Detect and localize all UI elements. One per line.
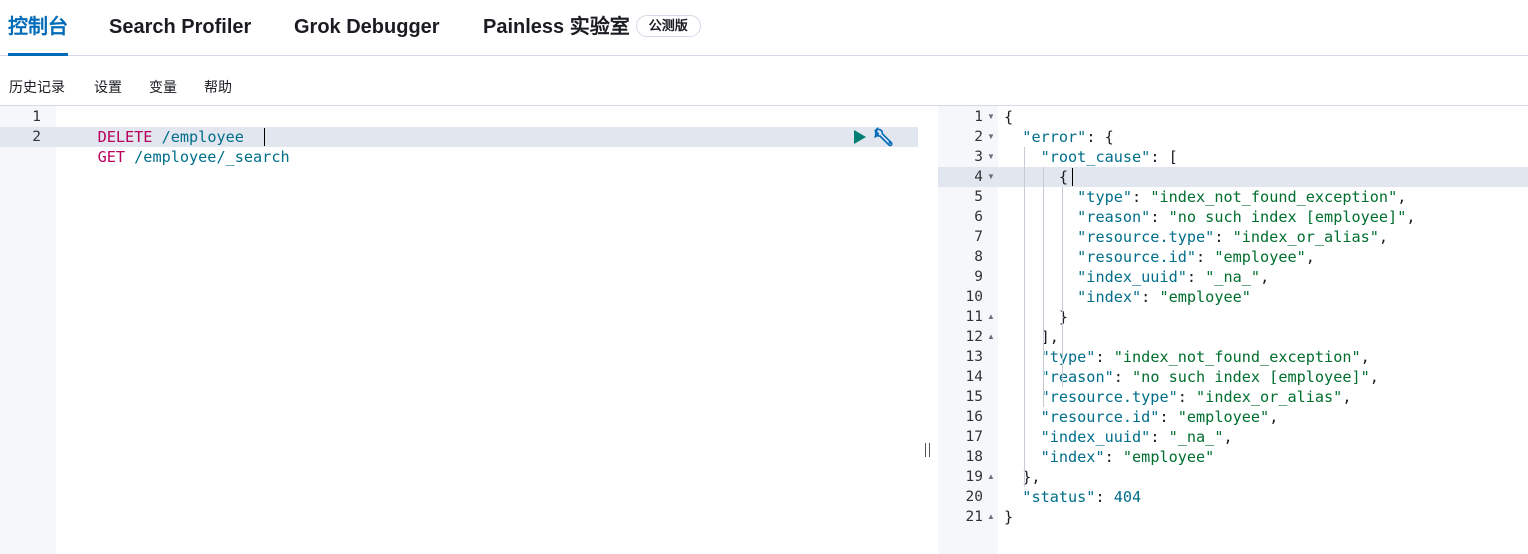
request-line[interactable]: DELETE /employee [61,107,244,146]
response-line: "resource.id": "employee", [1040,408,1279,426]
fold-expand-icon[interactable]: ▲ [987,467,995,487]
line-number: 10 [965,289,983,305]
response-line: "index": "employee" [1040,448,1215,466]
line-number: 19 [965,469,983,485]
response-line: ], [1004,328,1059,346]
tab-search-profiler[interactable]: Search Profiler [109,0,251,56]
response-line: "type": "index_not_found_exception", [1077,188,1407,206]
menu-help[interactable]: 帮助 [204,72,232,102]
fold-collapse-icon[interactable]: ▼ [987,167,995,187]
response-line: "error": { [1022,128,1114,146]
response-line: "status": 404 [1022,488,1142,506]
pane-resizer[interactable] [920,106,936,554]
resize-grip-icon [925,443,931,457]
request-line[interactable]: GET /employee/_search [61,127,290,166]
line-number: 1 [32,109,41,125]
http-method: GET [97,148,126,166]
line-number: 2 [974,129,983,145]
request-gutter [0,106,56,554]
response-line: "index_uuid": "_na_", [1040,428,1233,446]
response-line: { [1004,168,1069,186]
beta-badge: 公测版 [635,14,701,37]
response-line: "root_cause": [ [1040,148,1178,166]
line-number: 3 [974,149,983,165]
top-tabs: 控制台 Search Profiler Grok Debugger Painle… [0,0,1528,56]
indent-guide [1024,147,1025,487]
line-number: 6 [974,209,983,225]
line-number: 4 [974,169,983,185]
line-number: 9 [974,269,983,285]
tab-painless-lab-label: Painless 实验室 [483,16,630,38]
indent-guide [1062,187,1063,387]
play-icon[interactable] [852,129,868,145]
fold-collapse-icon[interactable]: ▼ [987,127,995,147]
request-path: /employee/_search [125,148,290,166]
fold-collapse-icon[interactable]: ▼ [987,107,995,127]
line-number: 7 [974,229,983,245]
response-line: "resource.id": "employee", [1077,248,1315,266]
line-number: 16 [965,409,983,425]
line-number: 12 [965,329,983,345]
fold-expand-icon[interactable]: ▲ [987,507,995,527]
response-line: "reason": "no such index [employee]", [1077,208,1416,226]
line-number: 17 [965,429,983,445]
line-number: 8 [974,249,983,265]
response-line: "resource.type": "index_or_alias", [1040,388,1352,406]
text-cursor [264,128,265,146]
response-line: } [1004,508,1014,526]
line-number: 5 [974,189,983,205]
tab-grok-debugger[interactable]: Grok Debugger [294,0,440,56]
line-number: 15 [965,389,983,405]
response-line: }, [1004,468,1041,486]
fold-collapse-icon[interactable]: ▼ [987,147,995,167]
indent-guide [1043,167,1044,407]
menu-variables[interactable]: 变量 [149,72,177,102]
response-line: "index": "employee" [1077,288,1251,306]
line-number: 1 [974,109,983,125]
tab-painless-lab[interactable]: Painless 实验室 公测版 [483,0,701,56]
line-number: 14 [965,369,983,385]
text-cursor [1072,168,1073,186]
fold-expand-icon[interactable]: ▲ [987,307,995,327]
request-editor[interactable]: 1 DELETE /employee 2 GET /employee/_sear… [0,106,918,554]
wrench-icon[interactable] [873,127,895,147]
menu-settings[interactable]: 设置 [94,72,122,102]
response-line: "reason": "no such index [employee]", [1040,368,1379,386]
response-editor[interactable]: 1 ▼{2 ▼ "error": {3 ▼ "root_cause": [4 ▼ {5 … [938,106,1528,554]
response-line: { [1004,108,1014,126]
fold-expand-icon[interactable]: ▲ [987,327,995,347]
line-number: 11 [965,309,983,325]
response-line: } [1004,308,1069,326]
line-number: 13 [965,349,983,365]
menu-history[interactable]: 历史记录 [9,72,65,102]
line-number: 2 [32,129,41,145]
line-number: 18 [965,449,983,465]
response-line: "type": "index_not_found_exception", [1040,348,1370,366]
line-number: 20 [965,489,983,505]
line-number: 21 [965,509,983,525]
tab-console[interactable]: 控制台 [8,0,68,56]
